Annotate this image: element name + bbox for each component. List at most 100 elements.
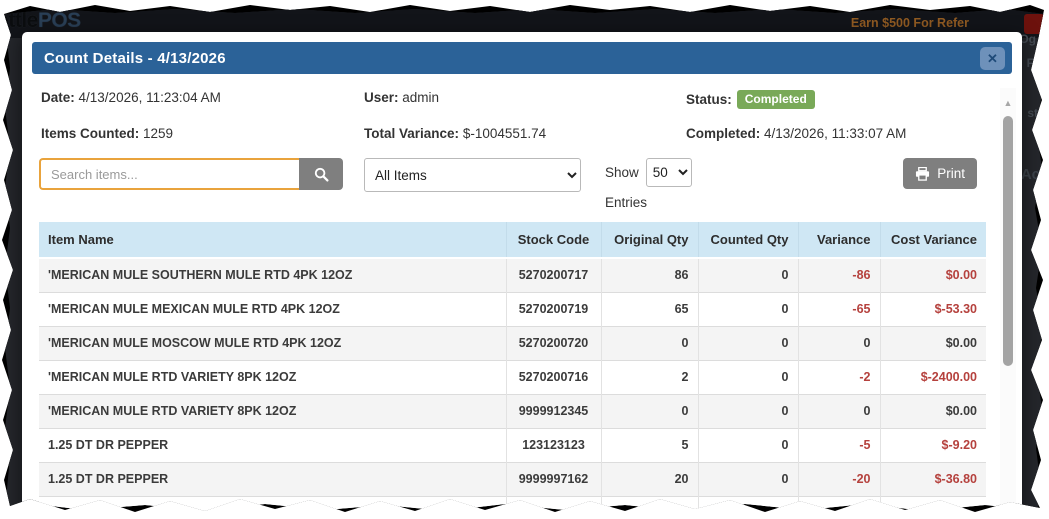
user-field: User: admin — [364, 90, 686, 109]
cell-orig: 86 — [600, 257, 698, 292]
cell-var: -2 — [797, 359, 880, 394]
cell-var: -5 — [797, 427, 880, 462]
background-text-fragment: st — [1027, 106, 1038, 120]
background-text-fragment: Ac — [1020, 166, 1040, 183]
cell-stock: 123123123 — [505, 427, 601, 462]
cell-var: 0 — [797, 325, 880, 360]
print-label: Print — [937, 166, 965, 181]
items-counted-value: 1259 — [143, 126, 174, 141]
cell-var — [797, 495, 880, 511]
completed-label: Completed: — [686, 126, 761, 141]
cell-count: 0 — [697, 461, 798, 496]
cell-orig: 0 — [600, 393, 698, 428]
total-variance-field: Total Variance: $-1004551.74 — [364, 126, 686, 141]
count-details-modal: Count Details - 4/13/2026 ✕ Date: 4/13/2… — [22, 32, 1022, 511]
table-row: 'MERICAN MULE SOUTHERN MULE RTD 4PK 12OZ… — [39, 257, 986, 292]
background-text-fragment: F — [1026, 56, 1034, 70]
cell-cost: $-53.30 — [879, 291, 986, 326]
cell-count: 0 — [697, 325, 798, 360]
modal-body: Date: 4/13/2026, 11:23:04 AM User: admin… — [32, 74, 1012, 511]
cell-cost: $0.00 — [879, 257, 986, 292]
search-icon — [314, 167, 329, 182]
cell-item: 'MERICAN MULE MOSCOW MULE RTD 4PK 12OZ — [39, 325, 506, 360]
column-header-count[interactable]: Counted Qty — [697, 222, 798, 259]
entries-label: Entries — [605, 195, 648, 210]
cell-orig: 65 — [600, 291, 698, 326]
table-row: 'MERICAN MULE MOSCOW MULE RTD 4PK 12OZ 52… — [39, 325, 986, 360]
entries-per-page-select[interactable]: 50 — [645, 158, 692, 187]
column-header-var[interactable]: Variance — [797, 222, 880, 259]
cell-stock: 5270200720 — [505, 325, 601, 360]
cell-item: 1.25 DT DR PEPPER — [39, 461, 506, 496]
items-counted-field: Items Counted: 1259 — [41, 126, 364, 141]
background-notification-badge — [1024, 14, 1044, 34]
cell-count: 0 — [697, 359, 798, 394]
total-variance-value: $-1004551.74 — [462, 126, 547, 141]
cell-count: 0 — [697, 291, 798, 326]
total-variance-label: Total Variance: — [364, 126, 460, 141]
cell-var: -20 — [797, 461, 880, 496]
scroll-up-icon[interactable]: ▲ — [1000, 96, 1016, 110]
modal-scrollbar[interactable]: ▲ — [1000, 88, 1016, 511]
column-header-orig[interactable]: Original Qty — [600, 222, 698, 259]
show-entries-control: Show 50 Entries — [605, 158, 709, 210]
print-button[interactable]: Print — [903, 158, 977, 189]
table-row: 1.25 DT DR PEPPER 123123123 5 0 -5 $-9.20 — [39, 427, 986, 462]
column-header-cost[interactable]: Cost Variance — [879, 222, 986, 259]
column-header-item[interactable]: Item Name — [39, 222, 506, 259]
cell-cost — [879, 495, 986, 511]
printer-icon — [916, 166, 930, 181]
scrollbar-thumb[interactable] — [1003, 116, 1013, 366]
count-items-table: Item Name Stock Code Original Qty Counted Q… — [39, 222, 986, 511]
table-row: 1.25 DT DR PEPPER 9999997162 20 0 -20 $-36.80 — [39, 461, 986, 496]
cell-var: -65 — [797, 291, 880, 326]
table-row: 'MERICAN MULE MEXICAN MULE RTD 4PK 12OZ 5… — [39, 291, 986, 326]
cell-orig: 5 — [600, 427, 698, 462]
cell-count: 0 — [697, 427, 798, 462]
cell-item: 'MERICAN MULE MEXICAN MULE RTD 4PK 12OZ — [39, 291, 506, 326]
cell-item — [39, 495, 506, 511]
cell-count: 0 — [697, 393, 798, 428]
cell-stock: 5270200716 — [505, 359, 601, 394]
show-label: Show — [605, 165, 639, 180]
cell-var: -86 — [797, 257, 880, 292]
cell-item: 'MERICAN MULE RTD VARIETY 8PK 12OZ — [39, 393, 506, 428]
search-button[interactable] — [299, 158, 343, 190]
date-label: Date: — [41, 90, 75, 105]
cell-stock — [505, 495, 601, 511]
cell-item: 1.25 DT DR PEPPER — [39, 427, 506, 462]
cell-stock: 5270200717 — [505, 257, 601, 292]
cell-stock: 5270200719 — [505, 291, 601, 326]
completed-field: Completed: 4/13/2026, 11:33:07 AM — [686, 126, 1006, 141]
cell-cost: $-36.80 — [879, 461, 986, 496]
count-info: Date: 4/13/2026, 11:23:04 AM User: admin… — [38, 90, 1006, 141]
item-filter-select[interactable]: All Items — [364, 158, 581, 192]
cell-cost: $0.00 — [879, 393, 986, 428]
cell-orig: 2 — [600, 359, 698, 394]
search-group — [39, 158, 343, 190]
completed-value: 4/13/2026, 11:33:07 AM — [764, 126, 907, 141]
background-logo: ottlePOS — [5, 9, 81, 32]
modal-header: Count Details - 4/13/2026 ✕ — [32, 42, 1012, 74]
user-value: admin — [402, 90, 440, 105]
column-header-stock[interactable]: Stock Code — [505, 222, 601, 259]
cell-cost: $-2400.00 — [879, 359, 986, 394]
cell-cost: $-9.20 — [879, 427, 986, 462]
status-badge: Completed — [736, 90, 815, 109]
table-row: 'MERICAN MULE RTD VARIETY 8PK 12OZ 527020… — [39, 359, 986, 394]
cell-stock: 9999997162 — [505, 461, 601, 496]
cell-var: 0 — [797, 393, 880, 428]
cell-orig — [600, 495, 698, 511]
cell-item: 'MERICAN MULE RTD VARIETY 8PK 12OZ — [39, 359, 506, 394]
cell-stock: 9999912345 — [505, 393, 601, 428]
items-counted-label: Items Counted: — [41, 126, 140, 141]
cell-count: 0 — [697, 257, 798, 292]
cell-cost: $0.00 — [879, 325, 986, 360]
table-row-partial — [39, 495, 986, 511]
search-input[interactable] — [39, 158, 299, 190]
cell-item: 'MERICAN MULE SOUTHERN MULE RTD 4PK 12OZ — [39, 257, 506, 292]
status-field: Status: Completed — [686, 90, 1006, 109]
background-promo-text: Earn $500 For Refer — [850, 16, 969, 30]
close-icon[interactable]: ✕ — [980, 46, 1005, 70]
cell-count — [697, 495, 798, 511]
